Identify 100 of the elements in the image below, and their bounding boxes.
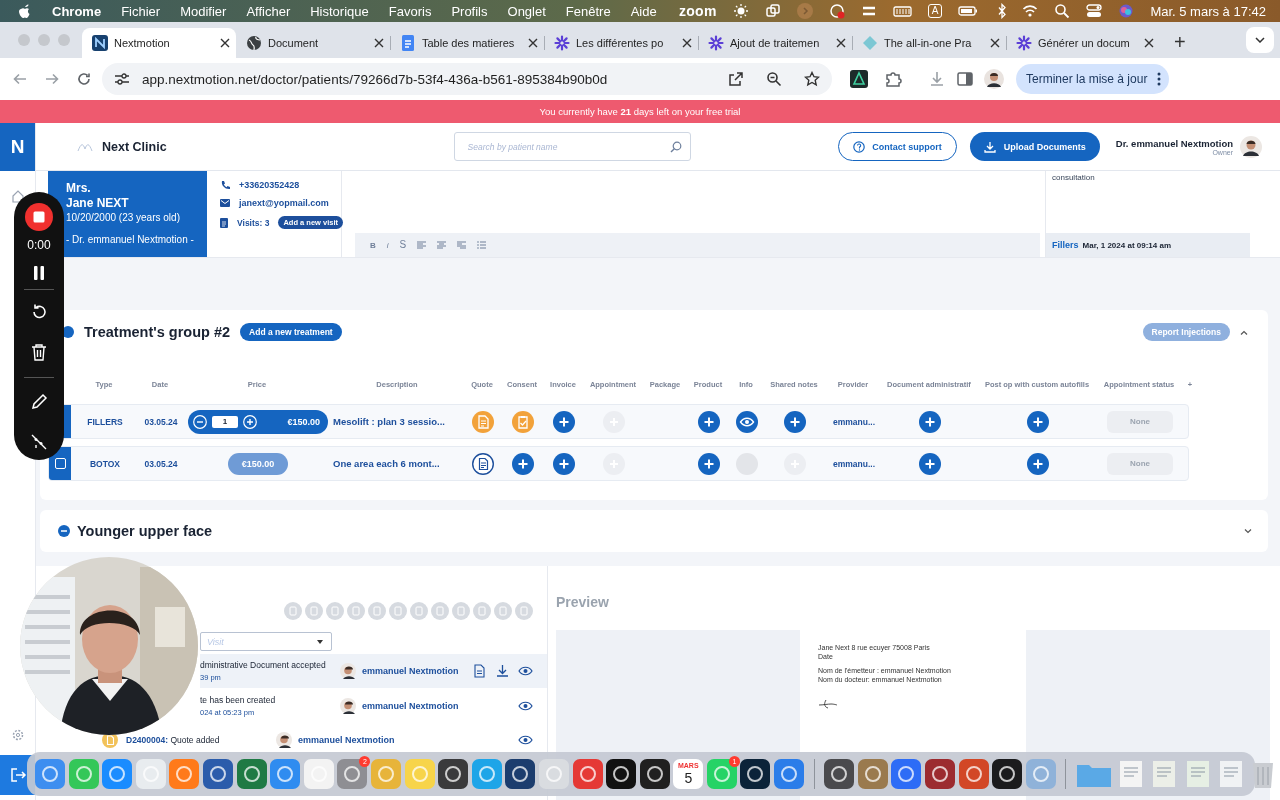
view-icon[interactable] (518, 699, 533, 713)
close-icon[interactable] (528, 38, 538, 48)
add-button[interactable] (1027, 452, 1049, 475)
plus-button[interactable] (243, 414, 257, 429)
menu-item[interactable]: Modifier (180, 3, 227, 19)
menu-item[interactable]: Fichier (121, 3, 161, 19)
home-icon[interactable] (11, 189, 25, 203)
upload-documents-button[interactable]: Upload Documents (969, 132, 1100, 161)
add-treatment-button[interactable]: Add a new treatment (240, 323, 342, 341)
bookmark-star-icon[interactable] (804, 71, 820, 87)
battery-icon[interactable] (958, 3, 979, 19)
keyboard-icon[interactable] (892, 3, 912, 19)
close-icon[interactable] (220, 38, 230, 48)
browser-tab[interactable]: The all-in-one Pra (852, 28, 1006, 58)
app-icon[interactable] (824, 759, 855, 789)
add-button[interactable] (1027, 410, 1049, 433)
menu-item[interactable]: Profils (451, 3, 488, 19)
restart-icon[interactable] (30, 303, 48, 321)
app-icon[interactable] (740, 759, 771, 789)
add-button[interactable] (553, 410, 575, 433)
browser-tab[interactable]: Les différentes po (544, 28, 698, 58)
app-icon[interactable] (505, 759, 536, 789)
site-settings-icon[interactable] (114, 72, 130, 86)
record-icon[interactable] (828, 3, 845, 19)
close-icon[interactable] (374, 38, 384, 48)
pause-icon[interactable] (33, 266, 45, 280)
contact-support-button[interactable]: Contact support (838, 132, 957, 161)
app-icon[interactable] (606, 759, 637, 789)
close-icon[interactable] (682, 38, 692, 48)
zoom-menu[interactable]: zoom (678, 3, 717, 19)
add-button[interactable] (553, 452, 575, 475)
menu-item[interactable]: Onglet (507, 3, 546, 19)
close-icon[interactable] (1144, 38, 1154, 48)
brightness-icon[interactable] (732, 3, 749, 19)
add-button[interactable] (919, 452, 941, 475)
format-button[interactable]: B (370, 240, 376, 250)
menu-item[interactable]: Aide (630, 3, 657, 19)
add-button[interactable] (698, 410, 720, 433)
browser-tab[interactable]: Document (236, 28, 390, 58)
row-checkbox[interactable] (54, 458, 66, 469)
activity-row[interactable]: D2400004: Quote added emmanuel Nextmotion (72, 732, 547, 748)
search-input[interactable]: Search by patient name (465, 140, 670, 153)
quantity-field[interactable]: 1 (212, 415, 238, 428)
menu-item[interactable]: Historique (310, 3, 369, 19)
treatment-description[interactable]: One area each 6 mont... (333, 458, 440, 469)
zoom-icon[interactable] (766, 71, 782, 87)
collapse-icon[interactable] (58, 525, 70, 537)
document-icon[interactable] (472, 664, 487, 678)
browser-tab[interactable]: Générer un docum (1006, 28, 1160, 58)
app-menu[interactable]: Chrome (52, 3, 102, 19)
view-icon[interactable] (518, 664, 533, 678)
search-field[interactable]: Search by patient name (453, 132, 691, 161)
tab-search-button[interactable] (1246, 27, 1274, 53)
quantity-stepper[interactable]: 1 €150.00 (188, 409, 328, 434)
avatar-icon[interactable] (984, 69, 1004, 89)
menu-item[interactable]: Afficher (246, 3, 291, 19)
browser-tab[interactable]: Ajout de traitemen (698, 28, 852, 58)
add-button[interactable] (784, 410, 806, 433)
close-icon[interactable] (836, 38, 846, 48)
effects-off-icon[interactable] (30, 433, 48, 451)
chevron-down-icon[interactable] (1244, 528, 1252, 534)
open-external-icon[interactable] (728, 71, 744, 87)
browser-tab[interactable]: Table des matieres (390, 28, 544, 58)
new-tab-button[interactable]: + (1160, 31, 1186, 58)
browser-tab[interactable]: Nextmotion (82, 28, 236, 58)
chevron-up-icon[interactable] (1240, 329, 1248, 335)
extension-icon[interactable] (850, 70, 868, 88)
search-icon[interactable] (1054, 3, 1071, 19)
side-panel-icon[interactable] (956, 70, 974, 88)
minus-button[interactable] (193, 414, 207, 429)
puzzle-icon[interactable] (884, 70, 902, 88)
stop-recording-button[interactable] (25, 203, 53, 231)
format-button[interactable]: i (386, 240, 389, 250)
reload-icon[interactable] (76, 71, 92, 87)
trash-icon[interactable] (31, 343, 47, 361)
add-button[interactable] (512, 452, 534, 475)
close-icon[interactable] (990, 38, 1000, 48)
view-icon[interactable] (518, 733, 533, 747)
apple-icon[interactable] (18, 3, 32, 19)
format-button[interactable]: S (399, 238, 407, 252)
menu-item[interactable]: Favoris (388, 3, 432, 19)
wifi-icon[interactable] (1022, 3, 1039, 19)
add-button[interactable] (698, 452, 720, 475)
siri-icon[interactable] (1118, 3, 1135, 19)
quote-icon[interactable] (472, 452, 494, 475)
update-button[interactable]: Terminer la mise à jour (1016, 64, 1170, 94)
control-center-icon[interactable] (1086, 3, 1103, 19)
windows-icon[interactable] (764, 3, 781, 19)
menu-item[interactable]: Fenêtre (565, 3, 611, 19)
add-button[interactable] (919, 410, 941, 433)
app-logo[interactable]: N (0, 123, 35, 171)
avatar-icon[interactable] (1240, 135, 1262, 158)
view-button[interactable] (736, 410, 758, 433)
treatment-description[interactable]: Mesolift : plan 3 sessio... (333, 416, 445, 427)
app-icon[interactable] (438, 759, 469, 789)
app-icon[interactable] (639, 759, 670, 789)
pen-icon[interactable] (30, 393, 48, 411)
download-icon[interactable] (495, 664, 510, 678)
input-source-indicator[interactable]: A (927, 4, 943, 18)
app-icon[interactable] (992, 759, 1023, 789)
